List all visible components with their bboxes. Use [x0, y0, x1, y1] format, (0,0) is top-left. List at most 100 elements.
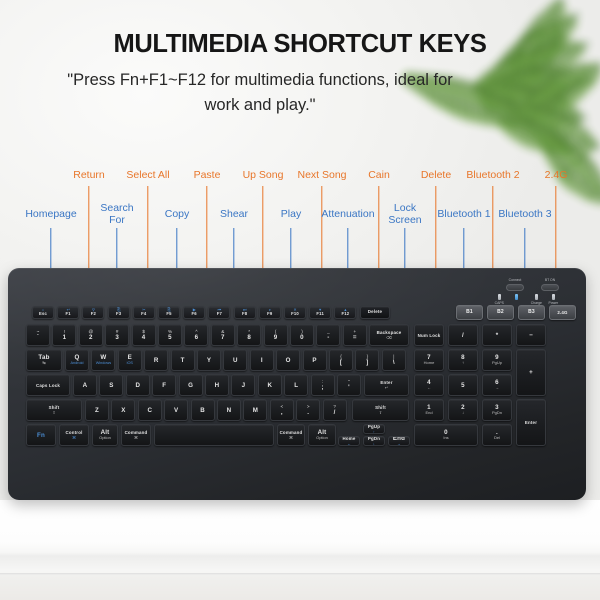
key-y[interactable]: Y	[197, 349, 221, 371]
key-[interactable]: −	[516, 324, 546, 346]
key-4[interactable]: 4 ←	[414, 374, 444, 396]
key-p[interactable]: P	[302, 349, 327, 371]
key-2-4g[interactable]: 2.4G	[549, 305, 576, 320]
key-n[interactable]: N	[217, 399, 241, 421]
key-[interactable]: +	[516, 349, 546, 396]
key-enter[interactable]: Enter	[516, 399, 546, 446]
key-alt[interactable]: Alt Option	[92, 424, 118, 446]
key-1[interactable]: ! 1	[52, 324, 77, 346]
key-f3[interactable]: ⎘ F3	[107, 306, 130, 319]
key-f1[interactable]: ↩ F1	[57, 306, 80, 319]
key-[interactable]: >.	[296, 399, 321, 421]
key-0[interactable]: ) 0	[290, 324, 314, 346]
key-l[interactable]: L	[284, 374, 309, 396]
key-shift[interactable]: Shift ⇧	[352, 399, 409, 421]
key-9[interactable]: 9 PgUp	[482, 349, 512, 371]
key-b2[interactable]: B2	[487, 305, 514, 320]
key-6[interactable]: ^ 6	[184, 324, 209, 346]
key-fn[interactable]: Fn	[26, 424, 56, 446]
key-b1[interactable]: B1	[456, 305, 483, 320]
key-[interactable]: _ -	[316, 324, 341, 346]
key-end[interactable]: End →	[388, 436, 410, 446]
key-q[interactable]: Q Android	[65, 349, 89, 371]
key-[interactable]: *	[482, 324, 512, 346]
key-8[interactable]: * 8	[237, 324, 262, 346]
key-j[interactable]: J	[231, 374, 256, 396]
key-3[interactable]: 3 PgDn	[482, 399, 512, 421]
key-x[interactable]: X	[111, 399, 136, 421]
key-alt[interactable]: Alt Option	[308, 424, 336, 446]
key-[interactable]: {[	[329, 349, 353, 371]
key-h[interactable]: H	[205, 374, 229, 396]
key-enter[interactable]: Enter ↵	[364, 374, 409, 396]
key-shift[interactable]: Shift ⇧	[26, 399, 82, 421]
key-[interactable]: :;	[310, 374, 335, 396]
key-f5[interactable]: ⎘ F5	[158, 306, 180, 319]
key-delete[interactable]: Delete	[360, 306, 390, 319]
key-f12[interactable]: ▲ F12	[334, 306, 357, 319]
key-b[interactable]: B	[190, 399, 215, 421]
key-[interactable]: ? /	[322, 399, 347, 421]
key-pgdn[interactable]: PgDn ↓	[363, 436, 385, 446]
key-f8[interactable]: ⏭ F8	[233, 306, 256, 319]
key-[interactable]: + =	[342, 324, 367, 346]
key-i[interactable]: I	[249, 349, 274, 371]
key-m[interactable]: M	[243, 399, 268, 421]
key-command[interactable]: Command ⌘	[121, 424, 151, 446]
key-[interactable]: . Del	[482, 424, 512, 446]
key-e[interactable]: EiOS	[117, 349, 142, 371]
key-f6[interactable]: ▶ F6	[183, 306, 206, 319]
key-s[interactable]: S	[99, 374, 124, 396]
key-u[interactable]: U	[223, 349, 248, 371]
key-6[interactable]: 6 →	[482, 374, 512, 396]
key-[interactable]: <,	[269, 399, 294, 421]
key-w[interactable]: W Windows	[91, 349, 116, 371]
key-g[interactable]: G	[178, 374, 203, 396]
key-esc[interactable]: ⌂ Esc	[32, 306, 54, 319]
indicator-button[interactable]	[506, 284, 524, 291]
key-space[interactable]	[154, 424, 274, 446]
key-f11[interactable]: ▼ F11	[309, 306, 332, 319]
key-5[interactable]: % 5	[158, 324, 182, 346]
key-[interactable]: /	[448, 324, 478, 346]
key-[interactable]: " '	[337, 374, 361, 396]
key-c[interactable]: C	[137, 399, 162, 421]
key-v[interactable]: V	[164, 399, 189, 421]
key-b3[interactable]: B3	[518, 305, 545, 320]
key-f10[interactable]: ✕ F10	[284, 306, 306, 319]
key-[interactable]: ~ `	[26, 324, 50, 346]
key-backspace[interactable]: Backspace ⌫	[369, 324, 409, 346]
key-[interactable]: | \	[381, 349, 406, 371]
key-7[interactable]: 7 Home	[414, 349, 444, 371]
key-5[interactable]: 5	[448, 374, 478, 396]
key-7[interactable]: & 7	[210, 324, 235, 346]
key-f[interactable]: F	[152, 374, 177, 396]
key-3[interactable]: #3	[105, 324, 130, 346]
key-0[interactable]: 0 Ins	[414, 424, 478, 446]
key-command[interactable]: Command ⌘	[277, 424, 305, 446]
key-o[interactable]: O	[276, 349, 301, 371]
key-r[interactable]: R	[144, 349, 169, 371]
key-a[interactable]: A	[73, 374, 97, 396]
key-f2[interactable]: ⚲ F2	[82, 306, 105, 319]
key-[interactable]: }]	[355, 349, 380, 371]
key-1[interactable]: 1 End	[414, 399, 444, 421]
key-8[interactable]: 8 ↑	[448, 349, 478, 371]
key-tab[interactable]: Tab ↹	[26, 349, 62, 371]
key-4[interactable]: $4	[131, 324, 156, 346]
key-control[interactable]: Control ⌘	[59, 424, 89, 446]
key-f7[interactable]: ⏮ F7	[208, 306, 231, 319]
key-2[interactable]: 2 ↓	[448, 399, 478, 421]
key-9[interactable]: (9	[263, 324, 288, 346]
key-pgup[interactable]: PgUp ↑	[363, 424, 385, 434]
key-num-lock[interactable]: Num Lock	[414, 324, 444, 346]
indicator-button[interactable]	[541, 284, 559, 291]
key-t[interactable]: T	[170, 349, 195, 371]
key-k[interactable]: K	[257, 374, 282, 396]
key-d[interactable]: D	[125, 374, 150, 396]
key-z[interactable]: Z	[85, 399, 109, 421]
key-f9[interactable]: ᴘ F9	[258, 306, 281, 319]
key-caps-lock[interactable]: Caps Lock	[26, 374, 70, 396]
key-2[interactable]: @2	[78, 324, 103, 346]
key-f4[interactable]: ✂ F4	[132, 306, 155, 319]
